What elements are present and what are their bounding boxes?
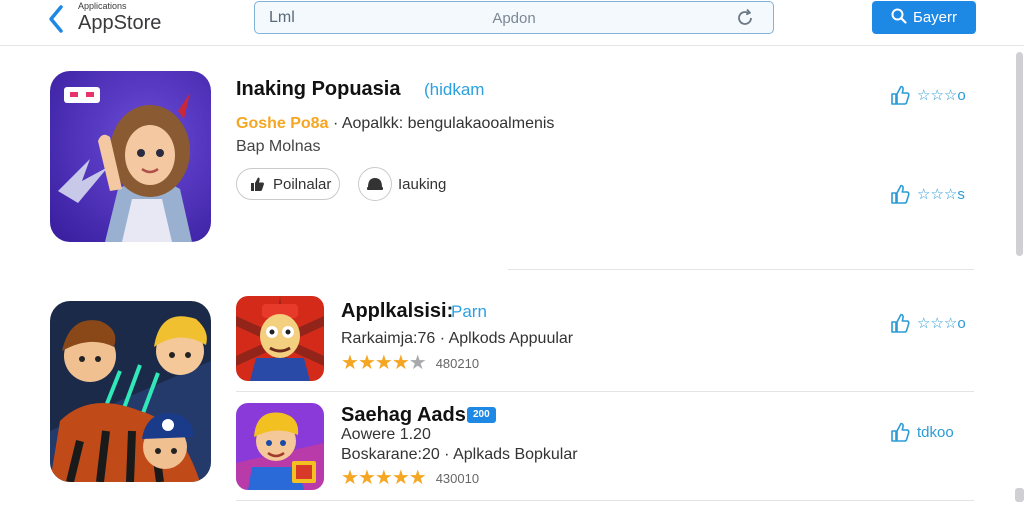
collection-app-icon[interactable] bbox=[50, 301, 211, 482]
list-item-rate[interactable]: tdkoo bbox=[889, 421, 954, 443]
featured-rate-bottom[interactable]: ☆☆☆s bbox=[889, 183, 965, 205]
search-prefix: Lml bbox=[269, 9, 295, 26]
like-icon bbox=[889, 84, 917, 106]
featured-app-icon[interactable] bbox=[50, 71, 211, 242]
section-divider bbox=[508, 269, 974, 270]
list-app-icon[interactable] bbox=[236, 403, 324, 490]
like-chip-label: Poilnalar bbox=[273, 175, 332, 193]
list-item-rate-label: tdkoo bbox=[917, 423, 954, 441]
cap-icon bbox=[366, 176, 384, 192]
rating-count: 430010 bbox=[435, 470, 480, 486]
star-icon: ★ bbox=[341, 352, 359, 374]
list-item-title[interactable]: Applkalsisi: bbox=[341, 300, 453, 323]
list-item-rate-label: ☆☆☆o bbox=[917, 315, 966, 332]
search-input[interactable]: Apdon bbox=[255, 10, 773, 27]
back-title: AppStore bbox=[78, 12, 162, 34]
search-icon bbox=[891, 8, 913, 28]
list-item-rating: ★ ★ ★ ★ ★ 480210 bbox=[341, 353, 479, 373]
list-item-tag: Parn bbox=[451, 302, 487, 321]
featured-category: · Aopalkk: bengulakaooalmenis bbox=[332, 115, 555, 132]
list-divider bbox=[236, 391, 974, 392]
back-button[interactable]: Applications AppStore bbox=[46, 0, 161, 38]
star-icon: ★ bbox=[341, 467, 359, 489]
list-item-version: Aowere 1.20 bbox=[341, 426, 431, 443]
thumbs-up-icon bbox=[249, 176, 265, 192]
list-app-icon[interactable] bbox=[236, 296, 324, 381]
star-icon: ★ bbox=[374, 352, 393, 374]
star-icon: ★ bbox=[391, 352, 410, 374]
star-icon: ★ bbox=[357, 352, 376, 374]
search-button-label: Бayerr bbox=[912, 9, 958, 26]
scrollbar-handle[interactable] bbox=[1015, 488, 1024, 502]
list-item-title[interactable]: Saehag Aadsr bbox=[341, 404, 474, 427]
top-bar: Applications AppStore Lml Apdon Бayerr bbox=[0, 0, 1024, 46]
search-button[interactable]: Бayerr bbox=[872, 1, 976, 34]
list-item-meta: Rarkaimja:76 · Aplkods Appuular bbox=[341, 330, 574, 347]
featured-rate-top-label: ☆☆☆o bbox=[917, 87, 966, 104]
featured-rate-top[interactable]: ☆☆☆o bbox=[889, 84, 966, 106]
featured-developer: Bap Molnas bbox=[236, 138, 321, 155]
like-icon bbox=[889, 312, 917, 334]
like-chip[interactable]: Poilnalar bbox=[236, 168, 340, 200]
search-field[interactable]: Lml Apdon bbox=[254, 1, 774, 34]
list-item-badge: 200 bbox=[467, 407, 496, 423]
list-divider bbox=[236, 500, 974, 501]
featured-app-tag: (hidkam bbox=[424, 80, 485, 99]
featured-publisher[interactable]: Goshe Po8a bbox=[236, 115, 328, 132]
rating-count: 480210 bbox=[435, 355, 480, 371]
back-subtitle: Applications bbox=[78, 1, 127, 11]
chevron-left-icon bbox=[46, 4, 66, 34]
cap-button[interactable] bbox=[358, 167, 392, 201]
star-icon: ★ bbox=[408, 467, 427, 489]
like-icon bbox=[889, 183, 917, 205]
list-item-rate[interactable]: ☆☆☆o bbox=[889, 312, 966, 334]
featured-subtitle: Goshe Po8a · Aopalkk: bengulakaooalmenis bbox=[236, 115, 554, 133]
star-icon: ★ bbox=[391, 467, 410, 489]
star-icon: ★ bbox=[374, 467, 393, 489]
list-item-meta: Boskarane:20 · Aplkads Bopkular bbox=[341, 446, 578, 463]
star-icon: ★ bbox=[408, 352, 427, 374]
cap-label: Iauking bbox=[398, 176, 447, 193]
list-item-rating: ★ ★ ★ ★ ★ 430010 bbox=[341, 468, 479, 488]
reload-icon[interactable] bbox=[735, 8, 755, 33]
scrollbar-thumb[interactable] bbox=[1016, 52, 1023, 256]
like-icon bbox=[889, 421, 917, 443]
featured-app-title[interactable]: Inaking Popuasia bbox=[236, 78, 400, 101]
featured-rate-bottom-label: ☆☆☆s bbox=[917, 186, 965, 203]
star-icon: ★ bbox=[357, 467, 376, 489]
